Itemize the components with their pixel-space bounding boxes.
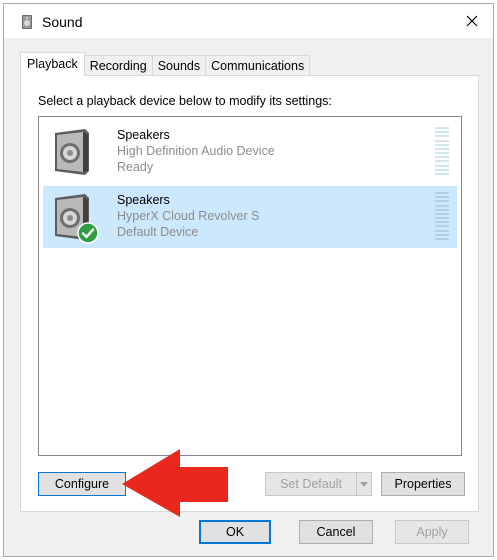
- default-checkmark-icon: [77, 222, 99, 244]
- device-item-speakers-hyperx[interactable]: Speakers HyperX Cloud Revolver S Default…: [43, 186, 457, 248]
- set-default-button[interactable]: Set Default: [265, 472, 357, 496]
- properties-button[interactable]: Properties: [381, 472, 465, 496]
- tab-strip: Playback Recording Sounds Communications: [20, 52, 311, 76]
- configure-button[interactable]: Configure: [38, 472, 126, 496]
- device-status: Ready: [117, 160, 154, 174]
- instruction-text: Select a playback device below to modify…: [38, 94, 332, 108]
- sound-dialog: Sound Playback Recording Sounds Communic…: [3, 3, 494, 557]
- title-bar: Sound: [4, 4, 493, 38]
- annotation-arrow-icon: [122, 449, 228, 517]
- cancel-button[interactable]: Cancel: [299, 520, 373, 544]
- close-button[interactable]: [457, 8, 487, 34]
- tab-sounds[interactable]: Sounds: [151, 55, 207, 76]
- apply-button[interactable]: Apply: [395, 520, 469, 544]
- device-list[interactable]: Speakers High Definition Audio Device Re…: [38, 116, 462, 456]
- device-description: HyperX Cloud Revolver S: [117, 209, 260, 223]
- device-status: Default Device: [117, 225, 199, 239]
- speaker-icon: [22, 15, 32, 29]
- tab-communications[interactable]: Communications: [205, 55, 311, 76]
- device-name: Speakers: [117, 193, 170, 207]
- device-description: High Definition Audio Device: [117, 144, 275, 158]
- playback-panel: Select a playback device below to modify…: [20, 75, 479, 512]
- device-name: Speakers: [117, 128, 170, 142]
- window-title: Sound: [42, 14, 83, 30]
- level-meter: [435, 127, 449, 175]
- close-icon: [466, 15, 478, 27]
- tab-playback[interactable]: Playback: [20, 52, 85, 76]
- speaker-device-icon: [55, 129, 89, 175]
- tab-recording[interactable]: Recording: [83, 55, 153, 76]
- set-default-dropdown[interactable]: [356, 472, 372, 496]
- device-item-speakers-hd-audio[interactable]: Speakers High Definition Audio Device Re…: [43, 121, 457, 183]
- ok-button[interactable]: OK: [199, 520, 271, 544]
- level-meter: [435, 192, 449, 240]
- chevron-down-icon: [360, 481, 368, 487]
